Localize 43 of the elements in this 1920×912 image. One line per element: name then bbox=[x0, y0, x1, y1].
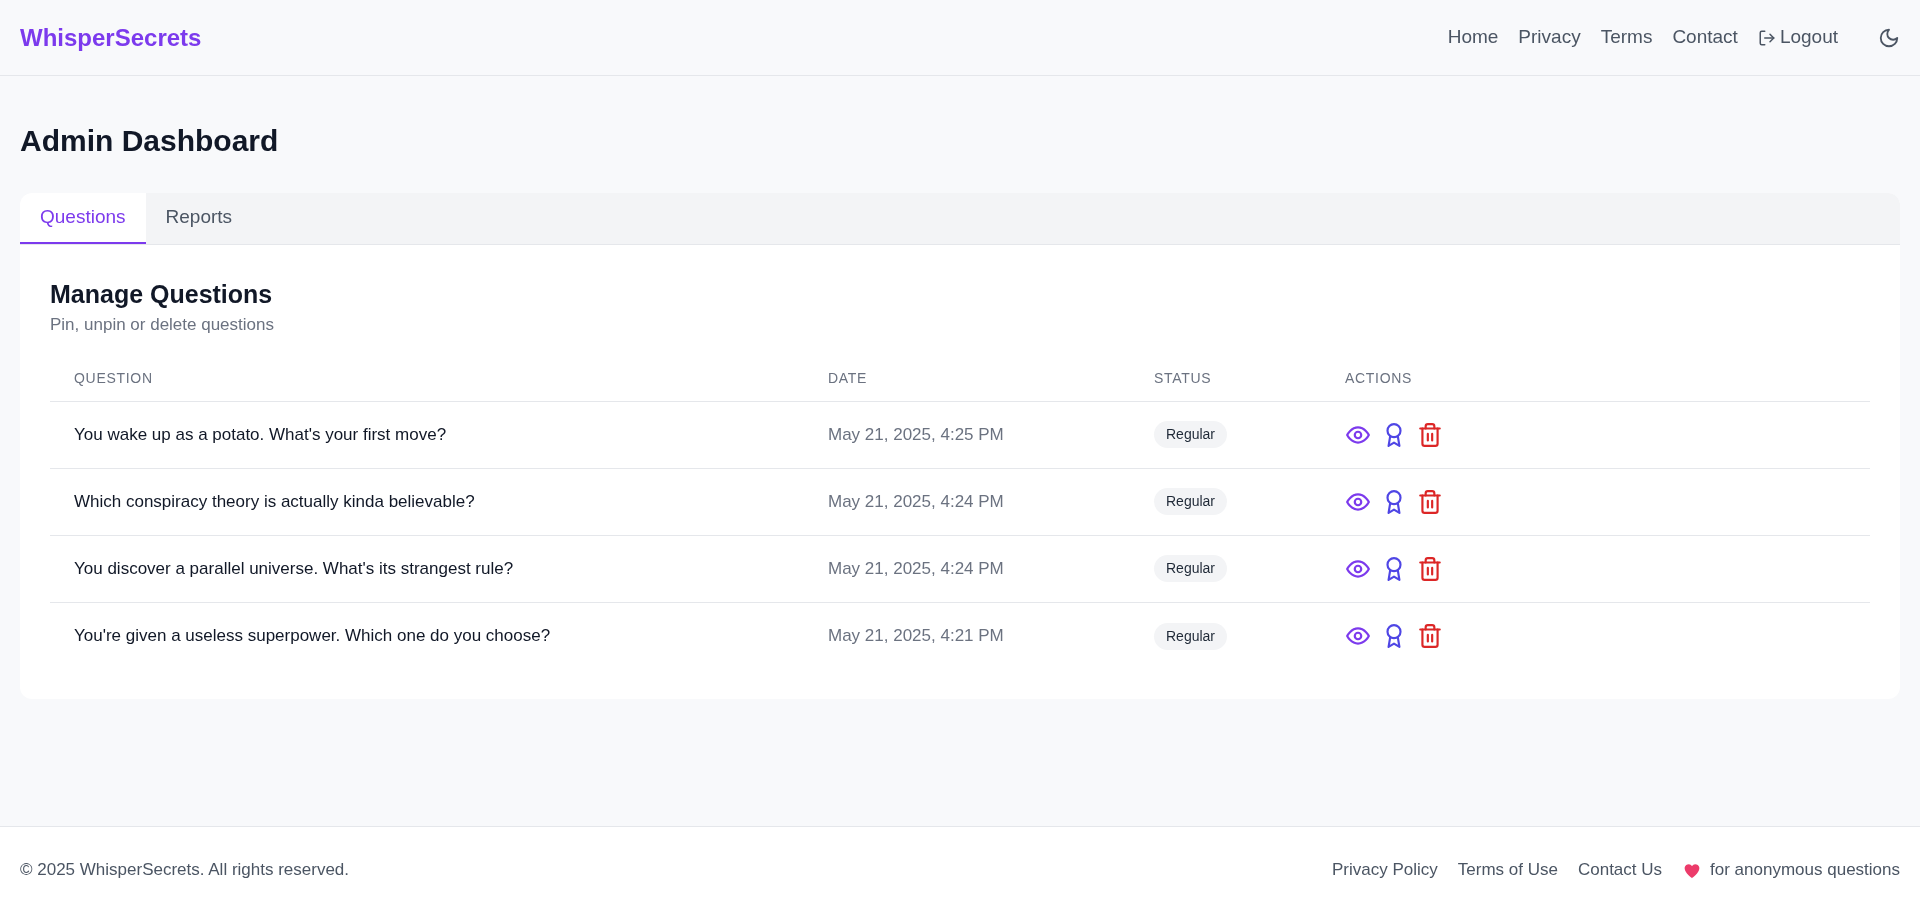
trash-icon bbox=[1417, 488, 1443, 515]
theme-toggle-button[interactable] bbox=[1878, 26, 1900, 49]
copyright-text: © 2025 WhisperSecrets. All rights reserved. bbox=[20, 858, 350, 881]
tagline-text: for anonymous questions bbox=[1710, 858, 1900, 881]
logout-icon bbox=[1757, 28, 1776, 47]
date-text: May 21, 2025, 4:24 PM bbox=[828, 492, 1004, 511]
moon-icon bbox=[1878, 26, 1900, 49]
footer-link[interactable]: Terms of Use bbox=[1457, 856, 1558, 883]
column-header: ACTIONS bbox=[1345, 369, 1413, 386]
status-badge: Regular bbox=[1154, 488, 1228, 516]
nav-link[interactable]: Home bbox=[1447, 23, 1499, 52]
logout-link[interactable]: Logout bbox=[1757, 23, 1838, 52]
site-logo[interactable]: WhisperSecrets bbox=[20, 19, 202, 56]
nav-link[interactable]: Terms bbox=[1600, 23, 1653, 52]
delete-button[interactable] bbox=[1417, 488, 1443, 515]
nav-link[interactable]: Privacy bbox=[1518, 23, 1581, 52]
date-text: May 21, 2025, 4:24 PM bbox=[828, 559, 1004, 578]
status-badge: Regular bbox=[1154, 421, 1228, 449]
question-text: Which conspiracy theory is actually kinda believable? bbox=[74, 492, 475, 511]
column-header: STATUS bbox=[1154, 369, 1212, 386]
page-title: Admin Dashboard bbox=[20, 123, 280, 159]
trash-icon bbox=[1417, 555, 1443, 582]
trash-icon bbox=[1417, 421, 1443, 448]
delete-button[interactable] bbox=[1417, 555, 1443, 582]
delete-button[interactable] bbox=[1417, 421, 1443, 448]
tab[interactable]: Questions bbox=[20, 193, 146, 244]
tab[interactable]: Reports bbox=[145, 193, 253, 244]
question-text: You discover a parallel universe. What's its strangest rule? bbox=[74, 559, 514, 578]
date-text: May 21, 2025, 4:25 PM bbox=[828, 425, 1004, 444]
nav-link[interactable]: Contact bbox=[1672, 23, 1738, 52]
question-text: You wake up as a potato. What's your first move? bbox=[74, 425, 447, 444]
status-badge: Regular bbox=[1154, 555, 1228, 583]
column-header: DATE bbox=[828, 369, 868, 386]
delete-button[interactable] bbox=[1417, 623, 1443, 649]
column-header: QUESTION bbox=[74, 369, 153, 386]
panel-title: Manage Questions bbox=[50, 279, 274, 310]
date-text: May 21, 2025, 4:21 PM bbox=[828, 626, 1004, 646]
footer-link[interactable]: Contact Us bbox=[1577, 856, 1663, 883]
question-text: You're given a useless superpower. Which one do you choose? bbox=[74, 626, 551, 646]
panel-subtitle: Pin, unpin or delete questions bbox=[50, 314, 275, 337]
trash-icon bbox=[1417, 623, 1443, 649]
footer-link[interactable]: Privacy Policy bbox=[1332, 856, 1438, 883]
status-badge: Regular bbox=[1154, 622, 1228, 650]
